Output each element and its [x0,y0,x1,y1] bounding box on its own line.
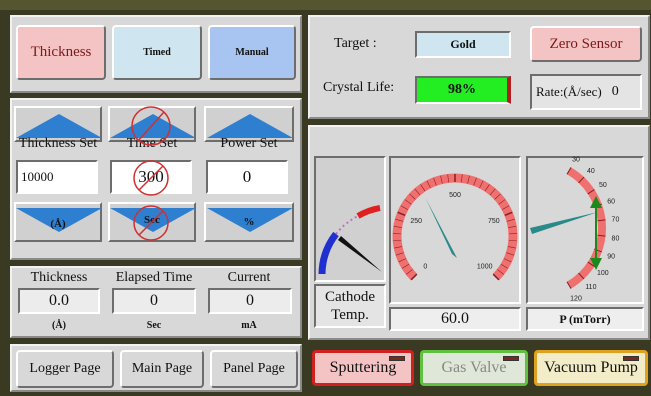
cathode-cold-arc [318,231,339,275]
vacuum-pump-button[interactable]: Vacuum Pump [534,350,648,386]
vacuum-pump-label: Vacuum Pump [544,359,638,376]
current-readout-value: 0 [246,292,254,309]
sputtering-indicator [389,356,405,361]
rate-label: Rate:(Å/sec) [536,84,602,99]
cathode-hot-arc [356,205,381,219]
panel-page-button[interactable]: Panel Page [210,350,298,388]
rate-field: Rate:(Å/sec) 0 [530,74,642,110]
dial-tick-label: 0 [423,264,427,271]
pressure-tick-label: 70 [612,217,620,224]
thickness-mode-button[interactable]: Thickness [16,25,106,80]
thickness-readout-value: 0.0 [49,292,69,309]
power-set-value: 0 [242,167,252,186]
manual-mode-label: Manual [235,47,269,58]
time-value-disabled-slash [138,165,164,191]
logger-page-label: Logger Page [29,361,101,376]
thickness-set-label: Thickness Set [18,136,98,151]
vacuum-pump-indicator [623,356,639,361]
sputtering-button[interactable]: Sputtering [312,350,414,386]
sputtering-label: Sputtering [329,359,397,376]
crystal-life-value: 98% [448,82,476,97]
dial-tick-label: 500 [449,192,461,199]
logger-page-button[interactable]: Logger Page [16,350,114,388]
time-up-disabled-slash [137,111,165,142]
power-down-button[interactable]: % [204,202,294,242]
pressure-scale-arc [566,167,606,289]
pressure-tick-label: 120 [570,295,582,302]
time-down-disabled-slash [138,210,164,236]
pressure-tick-label: 90 [607,253,615,260]
current-readout-field: 0 [208,288,292,314]
thickness-readout-field: 0.0 [18,288,100,314]
thickness-set-input[interactable]: 10000 [16,160,98,194]
thickness-mode-label: Thickness [30,44,92,60]
pressure-needle [530,212,598,234]
power-set-input[interactable]: 0 [206,160,288,194]
cathode-label-line1: Cathode [325,289,375,305]
zero-sensor-label: Zero Sensor [549,35,623,52]
current-readout-unit: mA [241,320,257,331]
power-set-unit: % [243,216,255,228]
thickness-down-button[interactable]: (Å) [14,202,102,242]
pressure-tick-label: 110 [585,284,596,291]
cathode-label-box: Cathode Temp. [314,284,386,328]
crystal-life-field: 98% [415,76,511,104]
cathode-temp-gauge [318,205,382,275]
main-dial-value: 60.0 [441,310,469,327]
rate-value: 0 [611,84,619,99]
thickness-readout-label: Thickness [30,270,88,285]
dial-tick-label: 250 [410,218,422,225]
power-set-label: Power Set [220,136,278,151]
pressure-gauge: 30 40 50 60 70 80 90 100110120 [530,157,620,302]
pressure-label: P (mTorr) [559,311,611,326]
pressure-tick-label: 50 [599,182,607,189]
cathode-needle [338,236,382,272]
thickness-readout-unit: (Å) [52,320,66,331]
target-value-field: Gold [415,31,511,58]
elapsed-readout-field: 0 [112,288,196,314]
main-page-label: Main Page [131,361,193,376]
timed-mode-label: Timed [143,47,171,58]
thickness-up-arrow-icon [16,114,102,138]
pressure-tick-label: 30 [572,157,580,164]
elapsed-readout-label: Elapsed Time [115,270,193,285]
main-page-button[interactable]: Main Page [120,350,204,388]
pressure-tick-label: 40 [587,168,595,175]
dial-needle [425,198,457,258]
pressure-tick-label: 80 [612,235,620,242]
zero-sensor-button[interactable]: Zero Sensor [530,26,642,62]
top-strip [0,0,651,10]
cathode-mid-arc [335,215,359,235]
main-dial-readout: 60.0 [389,307,521,331]
main-dial-gauge: 0 250 500 750 1000 [392,173,518,281]
dial-tick-label: 1000 [477,264,493,271]
panel-page-label: Panel Page [223,361,285,376]
elapsed-readout-unit: Sec [146,320,162,331]
power-up-arrow-icon [207,114,293,138]
manual-mode-button[interactable]: Manual [208,25,296,80]
timed-mode-button[interactable]: Timed [112,25,202,80]
cathode-label-line2: Temp. [331,307,369,323]
elapsed-readout-value: 0 [150,292,158,309]
target-value: Gold [450,37,476,51]
thickness-set-unit: (Å) [50,218,66,230]
pressure-tick-label: 60 [607,199,615,206]
target-label: Target : [334,36,377,51]
gas-valve-indicator [503,356,519,361]
pressure-label-box: P (mTorr) [526,307,644,331]
gas-valve-label: Gas Valve [441,359,507,376]
crystal-life-label: Crystal Life: [323,80,395,95]
dial-tick-label: 750 [488,218,500,225]
thickness-set-value: 10000 [21,169,54,184]
time-disabled-overlay [131,106,171,241]
current-readout-label: Current [227,270,271,285]
gas-valve-button[interactable]: Gas Valve [420,350,528,386]
pressure-tick-label: 100 [597,270,609,277]
